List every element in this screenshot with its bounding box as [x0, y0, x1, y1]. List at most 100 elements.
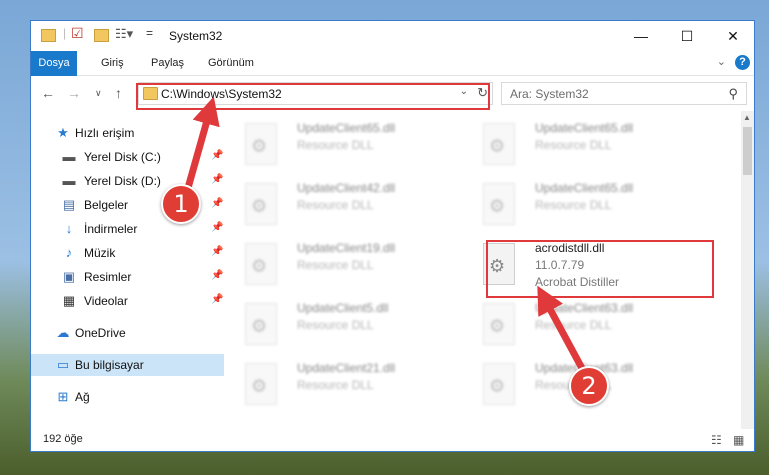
- tab-view[interactable]: Görünüm: [208, 51, 254, 75]
- large-icons-view-icon[interactable]: ▦: [733, 433, 744, 447]
- dll-file-icon: ⚙: [483, 303, 515, 345]
- separator: |: [63, 26, 67, 40]
- up-arrow-icon[interactable]: ↑: [115, 85, 122, 101]
- status-bar: 192 öğe ☷ ▦: [31, 429, 754, 451]
- file-type: Resource DLL: [297, 378, 374, 392]
- sidebar-item-music[interactable]: ♪ Müzik 📌: [31, 242, 224, 264]
- file-name: UpdateClient21.dll: [297, 361, 396, 375]
- file-type: Resource DLL: [297, 318, 374, 332]
- ribbon-tabs: Dosya Giriş Paylaş Görünüm ⌄ ?: [31, 51, 754, 107]
- drive-icon: ▬: [62, 149, 76, 164]
- file-name: UpdateClient5.dll: [297, 301, 389, 315]
- properties-icon[interactable]: ☑: [71, 25, 84, 42]
- pin-icon[interactable]: 📌: [211, 222, 223, 233]
- navigation-pane: ★ Hızlı erişim ▬ Yerel Disk (C:) 📌 ▬ Yer…: [31, 111, 224, 429]
- step-2-badge: 2: [569, 366, 609, 406]
- close-button[interactable]: ✕: [710, 21, 756, 51]
- sidebar-item-label: Videolar: [84, 294, 128, 308]
- customize-toolbar-icon[interactable]: ☷▾: [115, 26, 133, 42]
- gear-icon: ⚙: [251, 256, 268, 276]
- address-highlight-box: [136, 83, 490, 110]
- sidebar-item-pictures[interactable]: ▣ Resimler 📌: [31, 266, 224, 288]
- expand-ribbon-icon[interactable]: ⌄: [717, 55, 726, 68]
- sidebar-item-network[interactable]: ⊞ Ağ: [31, 386, 224, 408]
- pin-icon[interactable]: 📌: [211, 270, 223, 281]
- gear-icon: ⚙: [489, 316, 506, 336]
- star-icon: ★: [57, 125, 69, 140]
- pin-icon[interactable]: 📌: [211, 198, 223, 209]
- sidebar-item-quick-access[interactable]: ★ Hızlı erişim: [31, 122, 224, 144]
- sidebar-item-label: OneDrive: [75, 326, 126, 340]
- file-item[interactable]: ⚙ UpdateClient65.dll Resource DLL: [227, 117, 457, 173]
- new-folder-icon[interactable]: [94, 29, 109, 42]
- file-name: UpdateClient42.dll: [297, 181, 396, 195]
- video-icon: ▦: [62, 293, 76, 308]
- file-type: Resource DLL: [535, 318, 612, 332]
- pin-icon[interactable]: 📌: [211, 246, 223, 257]
- music-icon: ♪: [65, 245, 73, 260]
- download-icon: ↓: [65, 221, 73, 236]
- sidebar-item-label: Bu bilgisayar: [75, 358, 144, 372]
- toolbar-dropdown-icon[interactable]: =: [146, 26, 153, 40]
- maximize-button[interactable]: ☐: [664, 21, 710, 51]
- network-icon: ⊞: [57, 389, 69, 404]
- sidebar-item-label: Müzik: [84, 246, 116, 260]
- search-input[interactable]: Ara: System32 ⚲: [501, 82, 747, 105]
- dll-file-icon: ⚙: [245, 363, 277, 405]
- computer-icon: ▭: [56, 357, 70, 372]
- file-type: Resource DLL: [535, 138, 612, 152]
- file-name: UpdateClient65.dll: [535, 181, 634, 195]
- dll-file-icon: ⚙: [483, 183, 515, 225]
- step-1-badge: 1: [161, 184, 201, 224]
- gear-icon: ⚙: [251, 136, 268, 156]
- item-count: 192 öğe: [43, 433, 83, 445]
- tab-share[interactable]: Paylaş: [151, 51, 184, 75]
- sidebar-item-local-disk-d[interactable]: ▬ Yerel Disk (D:) 📌: [31, 170, 224, 192]
- drive-icon: ▬: [62, 173, 76, 188]
- back-arrow-icon[interactable]: ←: [41, 85, 55, 101]
- search-icon[interactable]: ⚲: [728, 86, 738, 102]
- cloud-icon: ☁: [56, 325, 70, 340]
- sidebar-item-label: Yerel Disk (D:): [84, 174, 161, 188]
- gear-icon: ⚙: [251, 196, 268, 216]
- file-item[interactable]: ⚙ UpdateClient19.dll Resource DLL: [227, 237, 457, 293]
- help-icon[interactable]: ?: [735, 55, 750, 70]
- dll-file-icon: ⚙: [483, 123, 515, 165]
- file-item[interactable]: ⚙ UpdateClient63.dll Resource DLL: [465, 297, 695, 353]
- file-item[interactable]: ⚙ UpdateClient65.dll Resource DLL: [465, 117, 695, 173]
- pin-icon[interactable]: 📌: [211, 150, 223, 161]
- sidebar-item-local-disk-c[interactable]: ▬ Yerel Disk (C:) 📌: [31, 146, 224, 168]
- sidebar-item-this-pc[interactable]: ▭ Bu bilgisayar: [31, 354, 224, 376]
- gear-icon: ⚙: [251, 316, 268, 336]
- file-item[interactable]: ⚙ UpdateClient21.dll Resource DLL: [227, 357, 457, 413]
- file-item[interactable]: ⚙ UpdateClient65.dll Resource DLL: [465, 177, 695, 233]
- sidebar-item-label: Belgeler: [84, 198, 129, 212]
- forward-arrow-icon[interactable]: →: [67, 85, 81, 101]
- scroll-thumb[interactable]: [743, 127, 752, 175]
- details-view-icon[interactable]: ☷: [711, 433, 722, 447]
- tab-home[interactable]: Giriş: [101, 51, 124, 75]
- vertical-scrollbar[interactable]: ▲: [741, 111, 754, 429]
- documents-icon: ▤: [62, 197, 76, 212]
- title-bar: | ☑ ☷▾ = System32 — ☐ ✕: [31, 21, 754, 51]
- dll-file-icon: ⚙: [245, 243, 277, 285]
- file-highlight-box: [486, 240, 714, 298]
- sidebar-item-onedrive[interactable]: ☁ OneDrive: [31, 322, 224, 344]
- sidebar-item-label: İndirmeler: [84, 222, 138, 236]
- recent-locations-icon[interactable]: ∨: [95, 88, 102, 99]
- gear-icon: ⚙: [489, 196, 506, 216]
- file-type: Resource DLL: [297, 138, 374, 152]
- pin-icon[interactable]: 📌: [211, 294, 223, 305]
- file-name: UpdateClient65.dll: [297, 121, 396, 135]
- file-item[interactable]: ⚙ UpdateClient5.dll Resource DLL: [227, 297, 457, 353]
- scroll-up-icon[interactable]: ▲: [743, 113, 751, 122]
- sidebar-item-downloads[interactable]: ↓ İndirmeler 📌: [31, 218, 224, 240]
- file-item[interactable]: ⚙ UpdateClient42.dll Resource DLL: [227, 177, 457, 233]
- sidebar-item-videos[interactable]: ▦ Videolar 📌: [31, 290, 224, 312]
- sidebar-item-label: Hızlı erişim: [75, 126, 135, 140]
- file-type: Resource DLL: [297, 198, 374, 212]
- minimize-button[interactable]: —: [618, 21, 664, 51]
- dll-file-icon: ⚙: [483, 363, 515, 405]
- gear-icon: ⚙: [251, 376, 268, 396]
- pin-icon[interactable]: 📌: [211, 174, 223, 185]
